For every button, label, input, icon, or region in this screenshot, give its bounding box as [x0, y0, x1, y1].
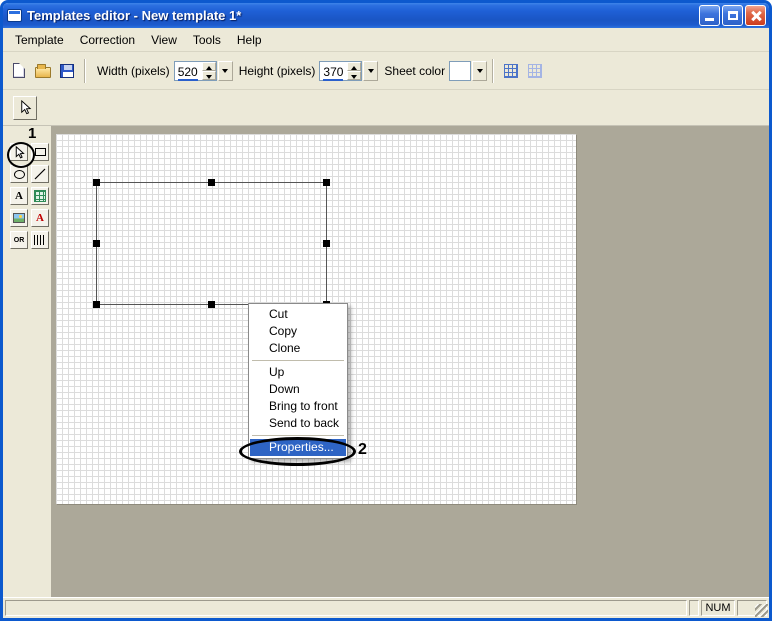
image-tool-icon	[13, 213, 25, 223]
context-menu-item-send-to-back[interactable]: Send to back	[250, 415, 346, 432]
main-toolbar: Width (pixels) 520 Height (pixels) 370 S…	[3, 52, 769, 90]
menu-help[interactable]: Help	[229, 29, 270, 50]
canvas-area[interactable]: Cut Copy Clone Up Down Bring to front Se…	[51, 126, 769, 597]
pointer-tool-icon	[13, 146, 26, 159]
selected-rectangle[interactable]	[96, 182, 327, 305]
close-button[interactable]	[745, 5, 766, 26]
table-tool[interactable]	[31, 187, 49, 205]
snap-to-grid-button[interactable]	[523, 59, 547, 83]
context-menu: Cut Copy Clone Up Down Bring to front Se…	[248, 303, 348, 459]
app-icon	[7, 9, 22, 22]
rectangle-tool[interactable]	[31, 143, 49, 161]
resize-handle-top-middle[interactable]	[208, 179, 215, 186]
width-label: Width (pixels)	[97, 64, 170, 78]
data-text-tool[interactable]: A	[31, 209, 49, 227]
ellipse-tool[interactable]	[10, 165, 28, 183]
main-area: A A OR C	[3, 126, 769, 597]
show-grid-button[interactable]	[499, 59, 523, 83]
grid-icon	[504, 64, 518, 78]
width-spin-up-button[interactable]	[202, 62, 216, 71]
toolbar-separator	[492, 59, 494, 83]
resize-handle-top-left[interactable]	[93, 179, 100, 186]
selection-toolbar	[3, 90, 769, 126]
sheet-color-swatch[interactable]	[449, 61, 471, 81]
height-input[interactable]: 370	[319, 61, 362, 81]
maximize-button[interactable]	[722, 5, 743, 26]
context-menu-item-down[interactable]: Down	[250, 381, 346, 398]
sheet-color-label: Sheet color	[384, 64, 445, 78]
text-tool-icon: A	[15, 191, 23, 202]
resize-handle-bottom-left[interactable]	[93, 301, 100, 308]
barcode-tool-icon	[34, 235, 46, 245]
height-label: Height (pixels)	[239, 64, 316, 78]
width-dropdown-button[interactable]	[218, 61, 233, 81]
height-spin-down-button[interactable]	[347, 71, 361, 80]
context-menu-separator	[252, 435, 344, 436]
barcode-tool[interactable]	[31, 231, 49, 249]
sheet-color-dropdown-button[interactable]	[472, 61, 487, 81]
app-window: Templates editor - New template 1* Templ…	[0, 0, 772, 621]
new-template-button[interactable]	[7, 59, 31, 83]
context-menu-item-clone[interactable]: Clone	[250, 340, 346, 357]
menu-tools[interactable]: Tools	[185, 29, 229, 50]
height-dropdown-button[interactable]	[363, 61, 378, 81]
line-tool[interactable]	[31, 165, 49, 183]
toolbar-separator	[84, 59, 86, 83]
context-menu-item-bring-to-front[interactable]: Bring to front	[250, 398, 346, 415]
menu-correction[interactable]: Correction	[72, 29, 143, 50]
resize-handle-top-right[interactable]	[323, 179, 330, 186]
context-menu-separator	[252, 360, 344, 361]
height-value: 370	[323, 65, 343, 81]
menu-bar: Template Correction View Tools Help	[3, 28, 769, 52]
image-tool[interactable]	[10, 209, 28, 227]
context-menu-item-up[interactable]: Up	[250, 364, 346, 381]
or-tool-icon: OR	[14, 237, 25, 244]
context-menu-item-copy[interactable]: Copy	[250, 323, 346, 340]
or-tool[interactable]: OR	[10, 231, 28, 249]
select-tool-button[interactable]	[13, 96, 37, 120]
minimize-icon	[705, 18, 714, 21]
data-text-tool-icon: A	[36, 213, 44, 224]
titlebar: Templates editor - New template 1*	[3, 3, 769, 28]
menu-view[interactable]: View	[143, 29, 185, 50]
maximize-icon	[728, 11, 738, 20]
pointer-tool-icon	[18, 100, 33, 115]
menu-template[interactable]: Template	[7, 29, 72, 50]
minimize-button[interactable]	[699, 5, 720, 26]
table-tool-icon	[34, 190, 46, 202]
resize-handle-bottom-middle[interactable]	[208, 301, 215, 308]
open-folder-icon	[35, 67, 51, 78]
context-menu-item-properties[interactable]: Properties...	[250, 439, 346, 456]
status-panel	[689, 600, 699, 616]
resize-handle-middle-left[interactable]	[93, 240, 100, 247]
new-document-icon	[13, 63, 25, 78]
width-spin-down-button[interactable]	[202, 71, 216, 80]
rectangle-tool-icon	[35, 148, 46, 156]
resize-handle-middle-right[interactable]	[323, 240, 330, 247]
save-template-button[interactable]	[55, 59, 79, 83]
num-indicator: NUM	[701, 600, 735, 616]
context-menu-item-cut[interactable]: Cut	[250, 306, 346, 323]
ellipse-tool-icon	[14, 170, 25, 179]
pointer-tool[interactable]	[10, 143, 28, 161]
status-message-panel	[5, 600, 687, 616]
open-template-button[interactable]	[31, 59, 55, 83]
width-input[interactable]: 520	[174, 61, 217, 81]
window-title: Templates editor - New template 1*	[22, 8, 697, 23]
status-bar: NUM	[3, 597, 769, 618]
height-spin-up-button[interactable]	[347, 62, 361, 71]
width-value: 520	[178, 65, 198, 81]
line-tool-icon	[34, 168, 46, 180]
resize-grip-icon[interactable]	[755, 604, 768, 617]
close-icon	[750, 10, 762, 22]
tool-palette: A A OR	[3, 126, 51, 597]
text-tool[interactable]: A	[10, 187, 28, 205]
snap-grid-icon	[528, 64, 542, 78]
save-icon	[60, 64, 74, 78]
